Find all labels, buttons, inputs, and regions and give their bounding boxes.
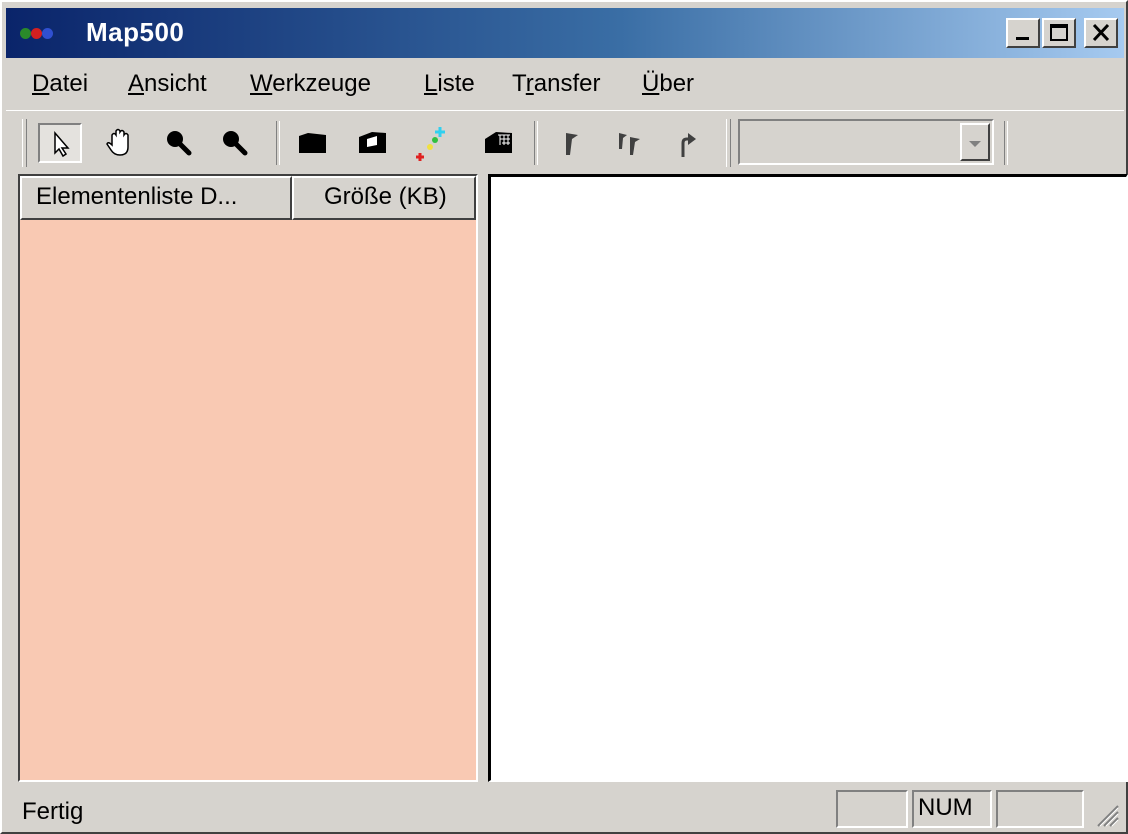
column-header-element-list[interactable]: Elementenliste D... — [20, 176, 292, 220]
map-fold-icon — [359, 132, 386, 153]
zoom-in-icon — [167, 131, 192, 156]
status-text: Fertig — [22, 798, 84, 825]
status-pane-1 — [836, 790, 908, 828]
minimize-icon — [1016, 37, 1029, 40]
flags-button[interactable] — [608, 123, 652, 163]
route-arrow-icon — [681, 133, 696, 157]
map-block-button[interactable] — [290, 123, 334, 163]
menu-datei[interactable]: Datei — [32, 70, 88, 98]
menu-liste[interactable]: Liste — [424, 70, 475, 98]
zoom-in-button[interactable] — [158, 123, 202, 163]
menu-werkzeuge[interactable]: Werkzeuge — [250, 70, 371, 98]
toolbar-grip[interactable] — [22, 119, 27, 167]
status-pane-num: NUM — [912, 790, 992, 828]
hand-pan-icon — [106, 128, 129, 156]
element-list-panel[interactable]: Elementenliste D... Größe (KB) — [18, 174, 478, 782]
flag-button[interactable] — [550, 123, 594, 163]
title-bar[interactable]: Map500 — [6, 8, 1124, 58]
maximize-icon — [1050, 24, 1068, 41]
map-view[interactable] — [488, 174, 1128, 782]
zoom-out-icon — [223, 131, 248, 156]
menu-ansicht[interactable]: Ansicht — [128, 70, 207, 98]
status-bar: Fertig NUM — [6, 784, 1124, 832]
close-button[interactable] — [1084, 18, 1118, 48]
menu-bar: Datei Ansicht Werkzeuge Liste Transfer Ü… — [6, 62, 1124, 108]
app-icon[interactable] — [18, 26, 58, 42]
map-grid-button[interactable] — [476, 123, 520, 163]
chevron-down-icon — [969, 141, 981, 147]
status-pane-3 — [996, 790, 1084, 828]
map-block-icon — [299, 133, 326, 153]
menu-transfer[interactable]: Transfer — [512, 70, 600, 98]
minimize-button[interactable] — [1006, 18, 1040, 48]
menu-ueber[interactable]: Über — [642, 70, 694, 98]
map-grid-icon — [485, 132, 512, 153]
toolbar-separator — [276, 121, 280, 165]
add-color-icon — [416, 127, 445, 161]
window-title: Map500 — [86, 17, 185, 47]
map-fold-button[interactable] — [350, 123, 394, 163]
toolbar-separator — [534, 121, 538, 165]
maximize-button[interactable] — [1042, 18, 1076, 48]
route-arrow-button[interactable] — [666, 123, 710, 163]
hand-pan-button[interactable] — [98, 123, 142, 163]
toolbar-grip[interactable] — [726, 119, 731, 167]
add-color-button[interactable] — [408, 123, 452, 163]
flag-icon — [566, 133, 578, 155]
close-icon — [1092, 23, 1110, 42]
toolbar-combo[interactable] — [738, 119, 994, 165]
size-grip-icon[interactable] — [1092, 800, 1120, 828]
app-window: Map500 Datei Ansicht Werkzeuge Liste Tra… — [0, 0, 1128, 834]
column-header-size[interactable]: Größe (KB) — [292, 176, 476, 220]
combo-dropdown-button[interactable] — [960, 123, 990, 161]
element-list-body[interactable] — [20, 220, 476, 780]
toolbar — [6, 110, 1124, 173]
pointer-tool-button[interactable] — [38, 123, 82, 163]
toolbar-separator — [1004, 121, 1008, 165]
zoom-out-button[interactable] — [214, 123, 258, 163]
flags-icon — [619, 133, 640, 155]
pointer-tool-icon — [54, 130, 70, 158]
